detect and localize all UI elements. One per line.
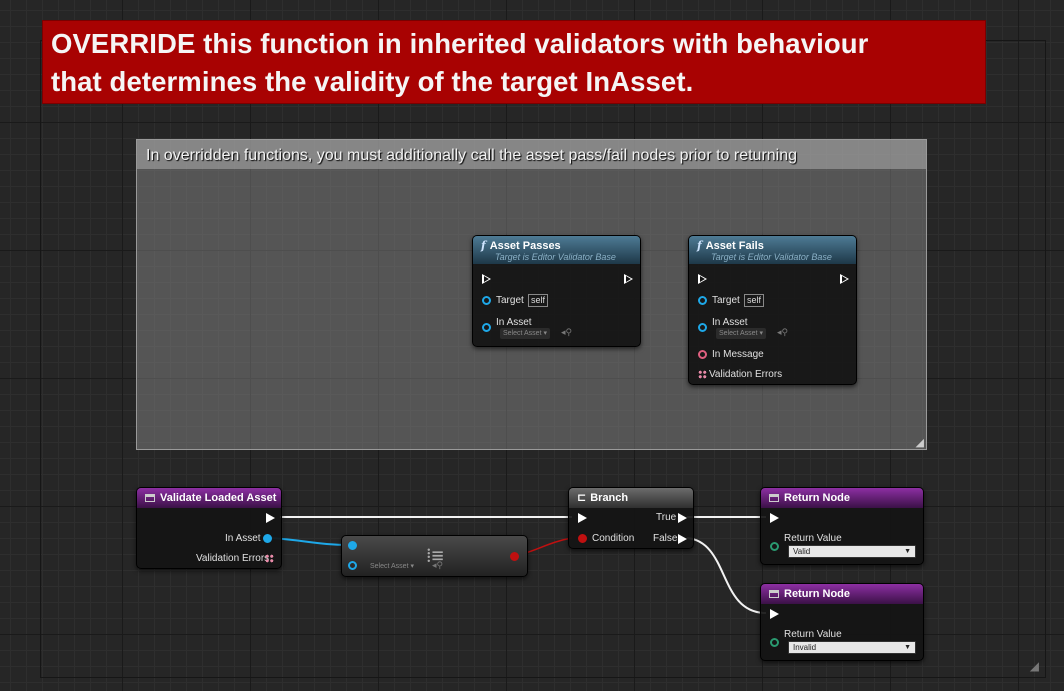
- condition-pin[interactable]: [578, 534, 587, 543]
- exec-wire-false-to-return: [686, 537, 767, 614]
- function-icon: f: [481, 239, 486, 252]
- inasset-pin[interactable]: [263, 534, 272, 543]
- validation-errors-pin[interactable]: [265, 554, 274, 563]
- inasset-pin[interactable]: [482, 323, 491, 332]
- return-value-dropdown[interactable]: Valid ▼: [788, 545, 916, 558]
- return-value-pin[interactable]: [510, 552, 519, 561]
- node-title: Asset Fails: [705, 240, 764, 252]
- object-in-pin[interactable]: [348, 541, 357, 550]
- object-wire-inasset-to-isvalid: [269, 537, 351, 546]
- return-value-dropdown[interactable]: Invalid ▼: [788, 641, 916, 654]
- exec-in-pin[interactable]: [578, 513, 587, 523]
- exec-out-pin[interactable]: [624, 274, 633, 284]
- return-node-invalid[interactable]: Return Node Return Value Invalid ▼: [760, 583, 924, 661]
- asset-fails-node[interactable]: f Asset Fails Target is Editor Validator …: [688, 235, 857, 385]
- node-title: Asset Passes: [489, 240, 561, 252]
- dropdown-arrow-icon: ▼: [904, 644, 911, 651]
- target-label: Target: [496, 295, 524, 306]
- message-pin[interactable]: [698, 350, 707, 359]
- exec-out-pin[interactable]: [840, 274, 849, 284]
- asset-passes-node[interactable]: f Asset Passes Target is Editor Validator…: [472, 235, 641, 347]
- return-value-pin[interactable]: [770, 542, 779, 551]
- node-title: Validate Loaded Asset: [160, 492, 277, 504]
- inasset-pin[interactable]: [348, 561, 357, 570]
- true-exec-pin[interactable]: [678, 513, 687, 523]
- inasset-label: In Asset: [225, 533, 261, 544]
- validation-errors-label: Validation Errors: [709, 369, 783, 380]
- event-icon: [145, 494, 155, 502]
- branch-node[interactable]: ⊏ Branch True Condition False: [568, 487, 694, 549]
- return-icon: [769, 494, 779, 502]
- exec-in-pin[interactable]: [770, 609, 779, 619]
- browse-asset-icon[interactable]: ◂⚲: [561, 327, 572, 338]
- node-subtitle: Target is Editor Validator Base: [495, 252, 616, 262]
- node-title: Return Node: [784, 588, 850, 600]
- inasset-label: In Asset: [496, 317, 532, 328]
- is-valid-node[interactable]: Select Asset ▾ ⁞≡ ◂⚲: [341, 535, 528, 577]
- message-label: In Message: [712, 349, 764, 360]
- return-value-label: Return Value: [784, 533, 842, 544]
- browse-asset-icon[interactable]: ◂⚲: [777, 327, 788, 338]
- select-asset-dropdown[interactable]: Select Asset ▾: [716, 328, 766, 339]
- select-asset-dropdown[interactable]: Select Asset ▾: [367, 561, 417, 572]
- false-label: False: [653, 533, 678, 544]
- exec-in-pin[interactable]: [770, 513, 779, 523]
- inasset-pin[interactable]: [698, 323, 707, 332]
- condition-label: Condition: [592, 533, 635, 544]
- node-title: Return Node: [784, 492, 850, 504]
- return-value-pin[interactable]: [770, 638, 779, 647]
- return-node-valid[interactable]: Return Node Return Value Valid ▼: [760, 487, 924, 565]
- true-label: True: [656, 512, 677, 523]
- return-icon: [769, 590, 779, 598]
- validate-loaded-asset-node[interactable]: Validate Loaded Asset In Asset Validatio…: [136, 487, 282, 569]
- target-pin[interactable]: [698, 296, 707, 305]
- target-self-tag: self: [528, 294, 549, 307]
- exec-in-pin[interactable]: [698, 274, 707, 284]
- select-asset-dropdown[interactable]: Select Asset ▾: [500, 328, 550, 339]
- validation-errors-pin[interactable]: [698, 370, 707, 379]
- validation-errors-label: Validation Errors: [196, 553, 270, 564]
- node-subtitle: Target is Editor Validator Base: [711, 252, 832, 262]
- inasset-label: In Asset: [712, 317, 748, 328]
- target-label: Target: [712, 295, 740, 306]
- target-pin[interactable]: [482, 296, 491, 305]
- target-self-tag: self: [744, 294, 765, 307]
- node-title: Branch: [590, 492, 629, 504]
- function-icon: f: [697, 239, 702, 252]
- exec-out-pin[interactable]: [266, 513, 275, 523]
- browse-asset-icon[interactable]: ◂⚲: [432, 560, 443, 571]
- return-value-label: Return Value: [784, 629, 842, 640]
- branch-icon: ⊏: [577, 491, 587, 504]
- false-exec-pin[interactable]: [678, 534, 687, 544]
- exec-in-pin[interactable]: [482, 274, 491, 284]
- dropdown-arrow-icon: ▼: [904, 548, 911, 555]
